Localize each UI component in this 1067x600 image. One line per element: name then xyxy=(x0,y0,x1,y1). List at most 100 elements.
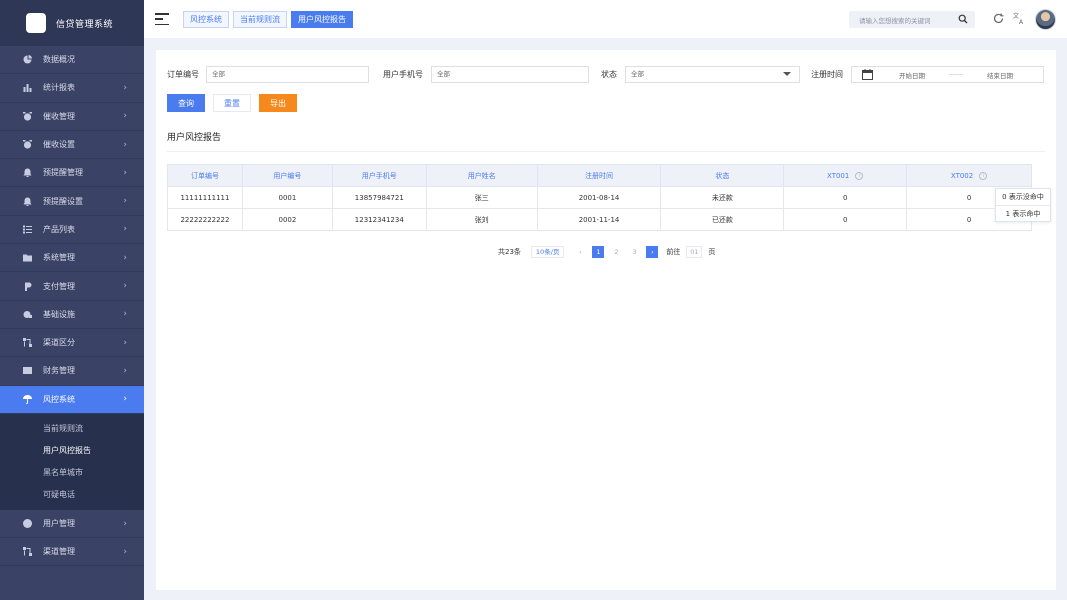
pie-chart-icon xyxy=(22,55,32,65)
sidebar-item-label: 统计报表 xyxy=(43,83,75,93)
top-header: 风控系统 当前规则流 用户风控报告 请输入您想搜索的关键词 文A xyxy=(144,0,1067,38)
calendar-icon xyxy=(862,69,873,80)
sidebar-item-main-5[interactable]: 预提醒设置 › xyxy=(0,187,144,216)
chevron-right-icon: › xyxy=(123,224,127,235)
chevron-right-icon: › xyxy=(123,82,127,93)
info-icon[interactable]: i xyxy=(855,171,864,180)
table-row[interactable]: 22222222222 0002 12312341234 张刘 2001-11-… xyxy=(167,208,1032,231)
sidebar-item-main-11[interactable]: 财务管理 › xyxy=(0,357,144,386)
sidebar-item-main-2[interactable]: 催收管理 › xyxy=(0,103,144,131)
date-range-picker[interactable]: 开始日期 结束日期 xyxy=(851,66,1044,83)
sidebar-item-main-7[interactable]: 系统管理 › xyxy=(0,244,144,273)
sidebar-item-bottom-0[interactable]: 用户管理 › xyxy=(0,510,144,539)
prev-page-button[interactable]: ‹ xyxy=(574,246,586,258)
cell-name: 张刘 xyxy=(425,208,538,231)
divider xyxy=(167,151,1045,152)
cell-reg-time: 2001-11-14 xyxy=(536,208,662,231)
start-date-input[interactable]: 开始日期 xyxy=(899,70,925,80)
menu-toggle-icon[interactable] xyxy=(155,13,169,25)
search-icon[interactable] xyxy=(958,14,968,24)
alarm-clock-icon xyxy=(22,140,32,150)
user-icon xyxy=(22,519,32,529)
next-page-button[interactable]: › xyxy=(646,246,659,258)
cell-xt001: 0 xyxy=(783,186,908,209)
sidebar-item-main-3[interactable]: 催收设置 › xyxy=(0,131,144,160)
section-title: 用户风控报告 xyxy=(167,133,222,143)
chevron-right-icon: › xyxy=(123,309,127,320)
sidebar-item-main-4[interactable]: 预提醒管理 › xyxy=(0,159,144,188)
sidebar-item-label: 支付管理 xyxy=(43,281,75,291)
submenu-item-3[interactable]: 可疑电话 xyxy=(0,484,144,506)
breadcrumb-tabs: 风控系统 当前规则流 用户风控报告 xyxy=(183,10,357,28)
chevron-down-icon xyxy=(783,72,791,76)
sidebar-item-bottom-1[interactable]: 渠道管理 › xyxy=(0,538,144,567)
channel-icon xyxy=(22,338,32,348)
sidebar-menu: 数据概况 统计报表 › 催收管理 › 催收设置 › 预提醒管理 › 预提醒设置 › 产品列表 › 系统管理… xyxy=(0,46,144,567)
submenu-item-2[interactable]: 黑名单城市 xyxy=(0,462,144,484)
tab-current-rules[interactable]: 当前规则流 xyxy=(233,10,287,28)
export-button[interactable]: 导出 xyxy=(259,94,297,112)
search-input[interactable]: 请输入您想搜索的关键词 xyxy=(849,11,975,28)
query-button[interactable]: 查询 xyxy=(167,94,205,112)
page-1-button[interactable]: 1 xyxy=(592,246,605,258)
sidebar-item-label: 数据概况 xyxy=(43,55,75,65)
channel-icon xyxy=(22,547,32,557)
col-xt001: XT001 i xyxy=(783,164,908,187)
chevron-right-icon: › xyxy=(123,518,127,529)
cell-user-no: 0001 xyxy=(241,186,333,209)
chevron-right-icon: › xyxy=(123,196,127,207)
alarm-clock-icon xyxy=(22,111,32,121)
sidebar-item-main-9[interactable]: 基础设施 › xyxy=(0,301,144,329)
info-icon[interactable]: i xyxy=(979,171,988,180)
col-phone: 用户手机号 xyxy=(331,164,427,187)
sidebar-item-label: 用户管理 xyxy=(43,519,75,528)
col-reg-time: 注册时间 xyxy=(536,164,662,187)
sidebar-item-main-8[interactable]: 支付管理 › xyxy=(0,272,144,301)
sidebar-item-main-10[interactable]: 渠道区分 › xyxy=(0,329,144,358)
tab-risk-system[interactable]: 风控系统 xyxy=(183,10,229,28)
status-select[interactable]: 全部 xyxy=(625,66,800,83)
bell-icon xyxy=(22,196,32,206)
bar-chart-icon xyxy=(22,83,32,93)
user-avatar[interactable] xyxy=(1035,9,1056,30)
end-date-input[interactable]: 结束日期 xyxy=(987,70,1013,80)
submenu-item-0[interactable]: 当前规则流 xyxy=(0,418,144,440)
date-separator xyxy=(949,74,963,75)
app-logo xyxy=(26,13,46,33)
sidebar-item-main-1[interactable]: 统计报表 › xyxy=(0,74,144,103)
phone-input[interactable]: 全部 xyxy=(431,66,589,83)
chevron-right-icon: › xyxy=(123,252,127,263)
sidebar-item-main-0[interactable]: 数据概况 xyxy=(0,46,144,75)
status-select-value: 全部 xyxy=(631,70,644,78)
chevron-right-icon: › xyxy=(123,365,127,376)
page-3-button[interactable]: 3 xyxy=(628,246,640,258)
order-no-input[interactable]: 全部 xyxy=(206,66,369,83)
page-size-select[interactable]: 10条/页 xyxy=(530,246,565,258)
reset-button[interactable]: 重置 xyxy=(213,94,251,112)
sidebar-item-label: 产品列表 xyxy=(43,224,75,234)
sidebar-item-main-6[interactable]: 产品列表 › xyxy=(0,216,144,245)
cell-order-no: 22222222222 xyxy=(167,208,243,231)
refresh-icon[interactable] xyxy=(992,12,1005,25)
order-no-label: 订单编号 xyxy=(167,70,199,79)
pagination: 共23条 10条/页 ‹ 1 2 3 › 前往 01 页 xyxy=(498,246,715,258)
goto-page-input[interactable]: 01 xyxy=(686,246,703,258)
col-order-no: 订单编号 xyxy=(167,164,243,187)
risk-report-table: 订单编号 用户编号 用户手机号 用户姓名 注册时间 状态 XT001 i XT00… xyxy=(167,164,1032,231)
tab-user-risk-report[interactable]: 用户风控报告 xyxy=(291,10,353,28)
sidebar-item-label: 渠道管理 xyxy=(43,547,75,557)
col-status: 状态 xyxy=(660,164,785,187)
cell-status: 已还款 xyxy=(660,208,785,231)
sidebar-item-label: 基础设施 xyxy=(43,309,75,319)
sidebar-item-label: 财务管理 xyxy=(43,366,75,376)
submenu-item-1[interactable]: 用户风控报告 xyxy=(0,440,144,462)
table-header-row: 订单编号 用户编号 用户手机号 用户姓名 注册时间 状态 XT001 i XT00… xyxy=(167,164,1032,187)
page-2-button[interactable]: 2 xyxy=(610,246,622,258)
translate-icon[interactable]: 文A xyxy=(1013,12,1026,25)
table-row[interactable]: 11111111111 0001 13857984721 张三 2001-08-… xyxy=(167,186,1032,209)
sidebar-item-main-12[interactable]: 风控系统 › xyxy=(0,385,144,414)
main-card: 订单编号 全部 用户手机号 全部 状态 全部 注册时间 开始日期 结束日期 查询… xyxy=(156,50,1056,590)
app-title: 信贷管理系统 xyxy=(56,19,114,30)
chevron-right-icon: › xyxy=(123,394,127,405)
filter-bar: 订单编号 全部 用户手机号 全部 状态 全部 注册时间 开始日期 结束日期 xyxy=(167,66,1047,84)
